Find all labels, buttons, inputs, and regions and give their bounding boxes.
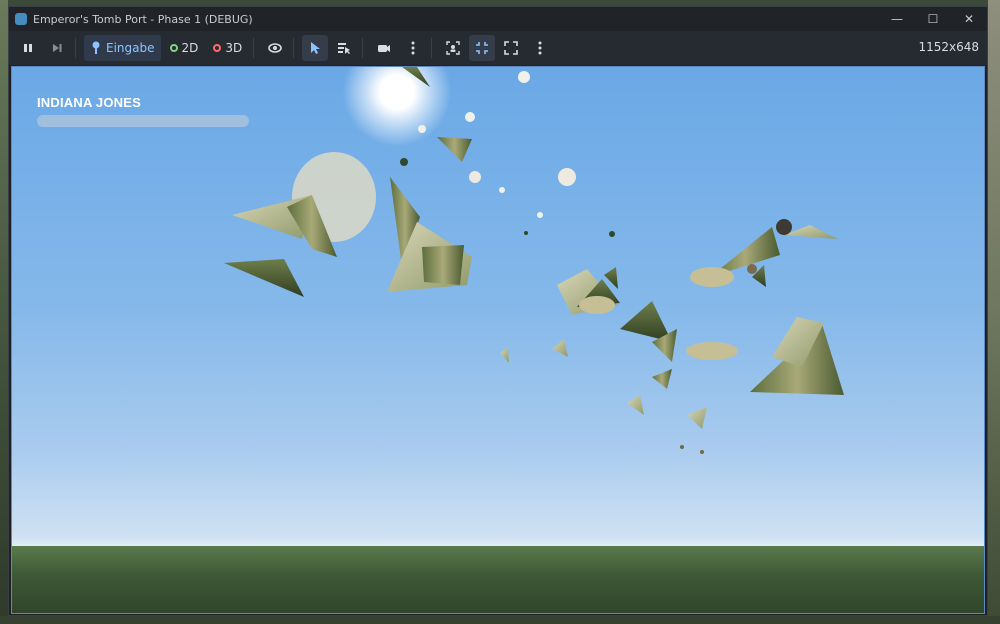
maximize-button[interactable]: ☐ xyxy=(915,7,951,31)
leaf-particle xyxy=(400,158,408,166)
stone-blob xyxy=(579,296,615,314)
window-title: Emperor's Tomb Port - Phase 1 (DEBUG) xyxy=(33,12,253,26)
leaf-particle xyxy=(747,264,757,274)
toolbar-divider xyxy=(362,38,364,58)
leaf-particle xyxy=(558,168,576,186)
next-frame-button[interactable] xyxy=(44,35,70,61)
game-viewport[interactable]: INDIANA JONES xyxy=(11,66,985,614)
leaf-particle xyxy=(469,171,481,183)
triangle-shard xyxy=(224,259,304,297)
view-options-button[interactable] xyxy=(527,35,553,61)
select-tool-button[interactable] xyxy=(302,35,329,61)
leaf-particle xyxy=(609,231,615,237)
toolbar-divider xyxy=(431,38,433,58)
frame-person-icon xyxy=(446,41,460,55)
fullscreen-button[interactable] xyxy=(498,35,524,61)
stone-blob xyxy=(690,267,734,287)
leaf-particle xyxy=(465,112,475,122)
triangle-shard xyxy=(437,137,472,162)
toolbar-divider xyxy=(293,38,295,58)
close-icon: ✕ xyxy=(963,12,975,26)
leaf-particle xyxy=(680,445,684,449)
triangle-shard xyxy=(552,339,568,357)
mode-2d-button[interactable]: 2D xyxy=(164,35,205,61)
input-toggle-label: Eingabe xyxy=(106,41,155,55)
eye-icon xyxy=(268,43,283,53)
leaf-particle xyxy=(537,212,543,218)
window-controls: — ☐ ✕ xyxy=(879,7,987,31)
mode-3d-label: 3D xyxy=(225,41,243,55)
expand-corners-icon xyxy=(504,41,519,55)
scene-geometry xyxy=(224,67,844,454)
pause-icon xyxy=(24,44,32,52)
shrink-corners-icon xyxy=(476,42,489,54)
desktop-background-bottom xyxy=(0,616,1000,624)
godot-app-icon xyxy=(15,13,27,25)
keep-aspect-button[interactable] xyxy=(469,35,496,61)
close-button[interactable]: ✕ xyxy=(951,7,987,31)
health-bar xyxy=(37,115,249,127)
player-name: INDIANA JONES xyxy=(37,95,141,110)
triangle-shard xyxy=(627,395,644,415)
debug-toolbar: Eingabe 2D 3D 1152x648 xyxy=(9,31,987,65)
triangle-shard xyxy=(402,67,430,87)
camera-button[interactable] xyxy=(371,35,397,61)
resolution-label: 1152x648 xyxy=(918,40,979,54)
mode-3d-button[interactable]: 3D xyxy=(207,35,248,61)
kebab-menu-icon xyxy=(411,41,415,55)
input-toggle-button[interactable]: Eingabe xyxy=(84,35,161,61)
game-window: Emperor's Tomb Port - Phase 1 (DEBUG) — … xyxy=(8,6,988,616)
joystick-icon xyxy=(92,41,100,54)
stone-blob xyxy=(686,342,738,360)
visibility-button[interactable] xyxy=(262,35,288,61)
embed-window-button[interactable] xyxy=(440,35,466,61)
leaf-particle xyxy=(518,71,530,83)
triangle-shard xyxy=(467,139,482,167)
title-bar[interactable]: Emperor's Tomb Port - Phase 1 (DEBUG) — … xyxy=(9,7,987,31)
maximize-icon: ☐ xyxy=(927,12,939,26)
triangle-shard xyxy=(687,407,707,429)
circle-2d-icon xyxy=(169,44,178,52)
minimize-button[interactable]: — xyxy=(879,7,915,31)
leaf-particle xyxy=(700,450,704,454)
leaf-particle xyxy=(418,125,426,133)
triangle-shard xyxy=(500,347,509,363)
circle-3d-icon xyxy=(213,44,222,52)
leaf-particle xyxy=(499,187,505,193)
kebab-menu-icon xyxy=(538,41,542,55)
camera-icon xyxy=(378,45,391,52)
triangle-shard xyxy=(422,245,464,285)
minimize-icon: — xyxy=(891,12,903,26)
pause-button[interactable] xyxy=(15,35,41,61)
leaf-particle xyxy=(524,231,528,235)
leaf-particle xyxy=(776,219,792,235)
toolbar-divider xyxy=(253,38,255,58)
step-forward-icon xyxy=(53,44,62,52)
desktop-background-right xyxy=(988,0,1000,624)
triangle-shard xyxy=(652,369,672,389)
toolbar-divider xyxy=(75,38,76,58)
mode-2d-label: 2D xyxy=(181,41,199,55)
camera-options-button[interactable] xyxy=(400,35,426,61)
list-cursor-icon xyxy=(338,43,351,54)
list-select-button[interactable] xyxy=(331,35,357,61)
desktop-background-left xyxy=(0,0,8,624)
cursor-arrow-icon xyxy=(311,42,321,54)
triangle-shard xyxy=(784,225,838,239)
